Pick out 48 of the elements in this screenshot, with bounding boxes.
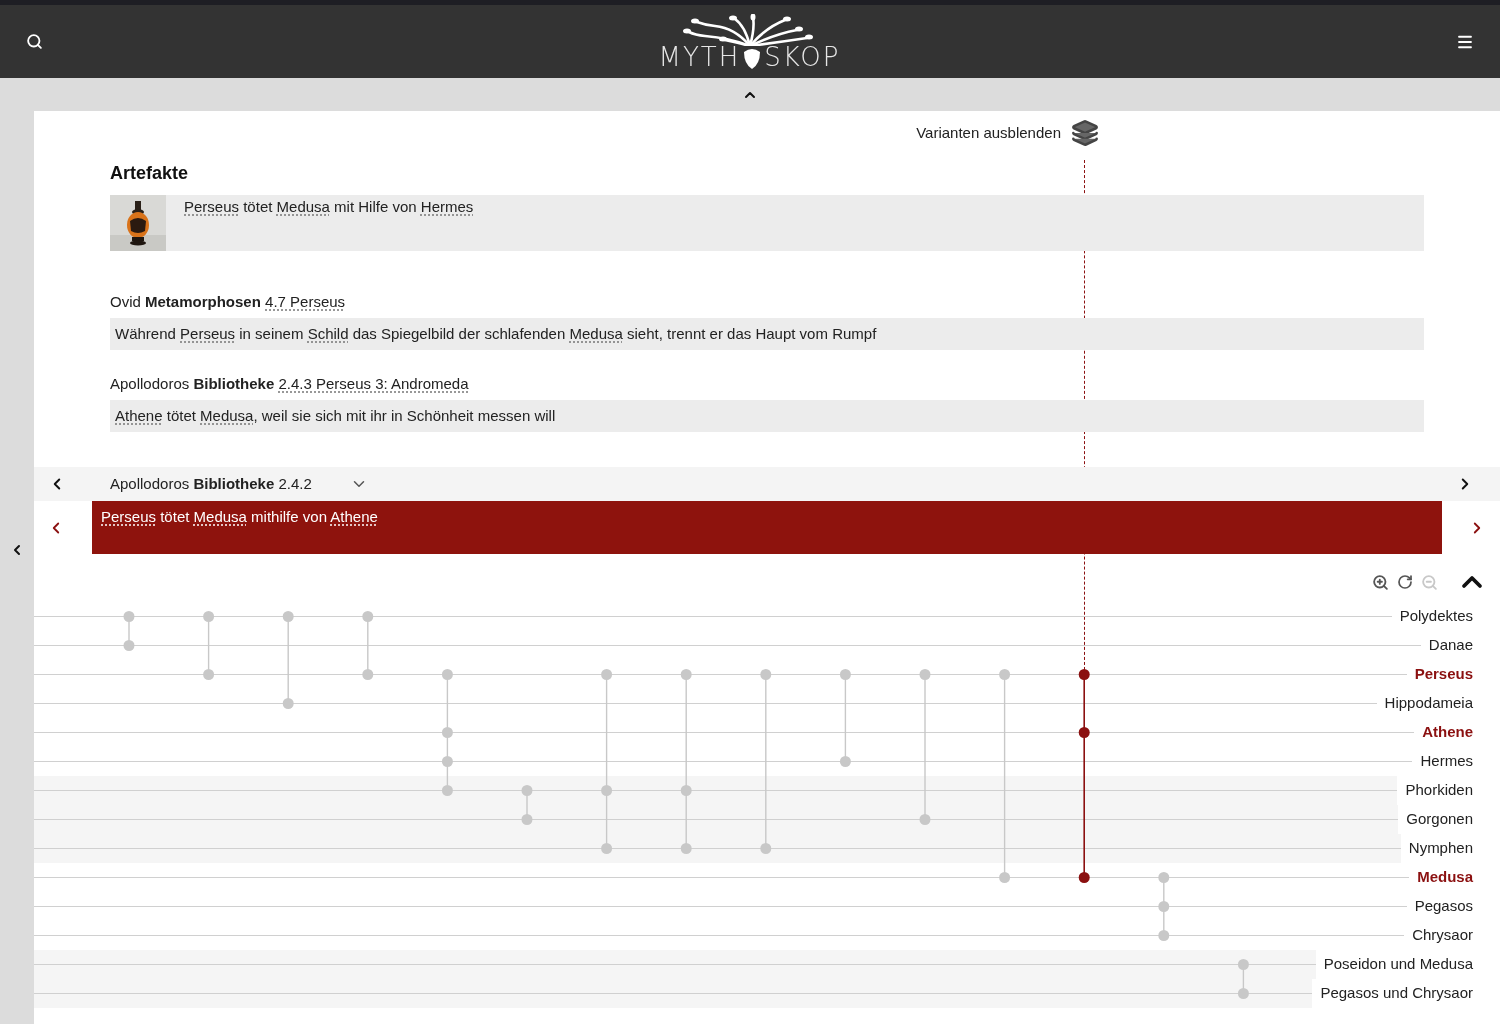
reset-icon	[1397, 574, 1413, 590]
excerpt-box[interactable]: Während Perseus in seinem Schild das Spiegelbild der schlafenden Medusa sieht, trennt er das Haupt vom Rumpf	[110, 318, 1424, 350]
lane-label[interactable]: Pegasos	[1414, 895, 1473, 918]
lane-label[interactable]: Polydektes	[1399, 605, 1473, 628]
lane-label[interactable]: Chrysaor	[1412, 924, 1473, 947]
lane-label[interactable]: Phorkiden	[1405, 779, 1473, 802]
excerpt-text: Athene tötet Medusa, weil sie sich mit ihr in Schönheit messen will	[115, 406, 556, 426]
reset-button[interactable]	[1397, 574, 1413, 590]
entity-link[interactable]: Hermes	[420, 198, 474, 215]
entity-link[interactable]: Medusa	[200, 407, 254, 424]
entity-link[interactable]: Perseus	[184, 198, 240, 215]
entity-link[interactable]: Perseus	[101, 508, 157, 525]
lane-label[interactable]: Nymphen	[1408, 837, 1473, 860]
lane-label[interactable]: Athene	[1422, 721, 1473, 744]
lane-label[interactable]: Gorgonen	[1406, 808, 1473, 831]
variants-toggle[interactable]: Varianten ausblenden	[916, 120, 1099, 146]
lane-label[interactable]: Hippodameia	[1384, 692, 1473, 715]
event-title: Perseus tötet Medusa mithilfe von Athene	[101, 507, 379, 527]
entity-link[interactable]: 4.7 Perseus	[265, 293, 346, 310]
layers-icon	[1071, 119, 1099, 147]
logo-text: MYTH	[658, 43, 741, 70]
lane-label[interactable]: Medusa	[1417, 866, 1473, 889]
lane-label[interactable]: Poseidon und Medusa	[1323, 953, 1473, 976]
entity-link[interactable]: Perseus	[180, 325, 236, 342]
head-icon	[742, 47, 763, 70]
excerpt-box[interactable]: Athene tötet Medusa, weil sie sich mit ihr in Schönheit messen will	[110, 400, 1424, 432]
search-button[interactable]	[26, 33, 43, 50]
artifact-caption: Perseus tötet Medusa mit Hilfe von Hermes	[184, 197, 474, 217]
lane-label[interactable]: Perseus	[1414, 663, 1473, 686]
navigator-citation: Apollodoros Bibliotheke 2.4.2	[110, 474, 312, 494]
excerpt-text: Während Perseus in seinem Schild das Spiegelbild der schlafenden Medusa sieht, trennt er das Haupt vom Rumpf	[115, 324, 877, 344]
lane-label[interactable]: Danae	[1428, 634, 1473, 657]
lane-label[interactable]: Pegasos und Chrysaor	[1320, 982, 1473, 1005]
entity-link[interactable]: Athene	[115, 407, 163, 424]
search-icon	[26, 33, 43, 50]
entity-link[interactable]: Medusa	[193, 508, 247, 525]
logo-text: SKOP	[764, 43, 841, 70]
entity-link[interactable]: Athene	[330, 508, 378, 525]
entity-link[interactable]: 2.4.3 Perseus 3: Andromeda	[278, 375, 469, 392]
section-heading: Artefakte	[110, 162, 189, 185]
entity-link[interactable]: Schild	[307, 325, 349, 342]
zoom-in-icon	[1372, 573, 1389, 591]
zoom-in-button[interactable]	[1372, 573, 1389, 591]
artifact-card[interactable]: Perseus tötet Medusa mit Hilfe von Hermes	[110, 195, 1424, 251]
zoom-out-icon	[1421, 573, 1438, 591]
entity-link[interactable]: Medusa	[569, 325, 623, 342]
lane-label[interactable]: Hermes	[1420, 750, 1473, 773]
entity-link[interactable]: Medusa	[276, 198, 330, 215]
